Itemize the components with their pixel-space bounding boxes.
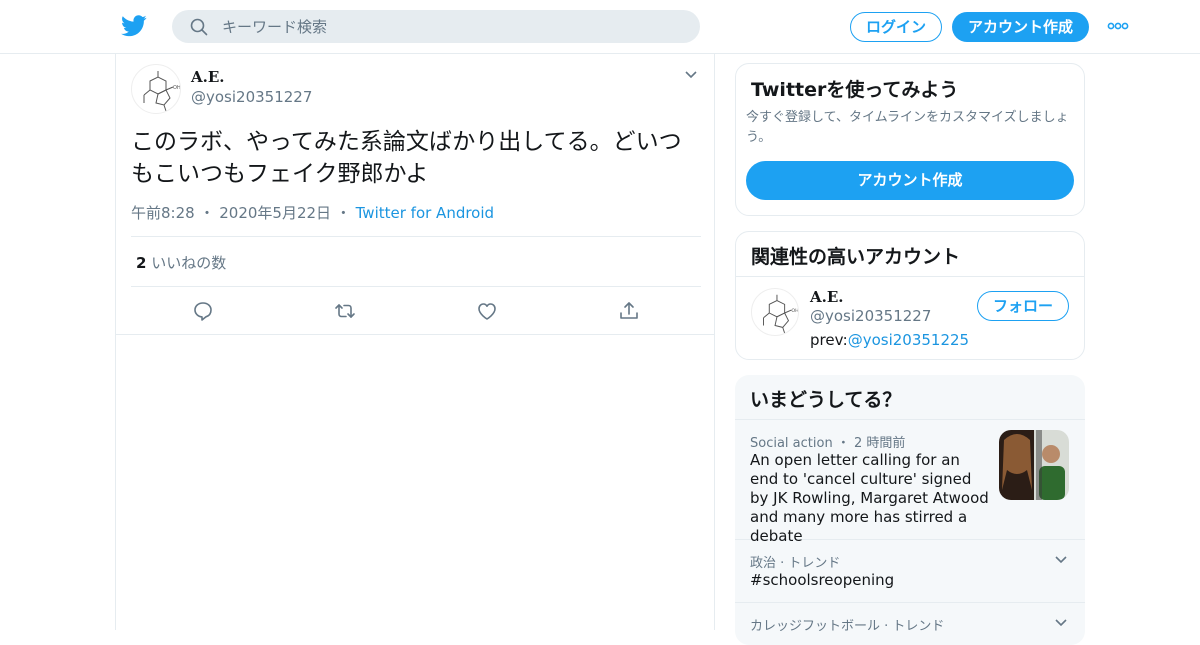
like-heart-icon[interactable]	[476, 300, 498, 322]
twitter-bird-icon[interactable]	[121, 14, 147, 38]
meta-separator: ・	[335, 204, 356, 222]
bio-prefix: prev:	[810, 331, 848, 349]
welcome-signup-button[interactable]: アカウント作成	[746, 161, 1074, 200]
login-button[interactable]: ログイン	[850, 12, 942, 42]
more-dots-icon[interactable]	[1107, 22, 1129, 30]
related-account-bio: prev:@yosi20351225	[810, 331, 969, 349]
meta-separator: ・	[199, 204, 220, 222]
author-name[interactable]: A.E.	[191, 68, 225, 86]
welcome-title: Twitterを使ってみよう	[751, 79, 959, 101]
chevron-down-icon[interactable]	[1054, 618, 1068, 628]
welcome-card: Twitterを使ってみよう 今すぐ登録して、タイムラインをカスタマイズしましょ…	[735, 63, 1085, 216]
trends-title: いまどうしてる？	[735, 375, 1085, 420]
reply-icon[interactable]	[192, 300, 214, 322]
chevron-down-icon[interactable]	[1054, 555, 1068, 565]
signup-button[interactable]: アカウント作成	[952, 12, 1089, 42]
related-accounts-card: 関連性の高いアカウント OH A.E. @yosi20351227 prev:@…	[735, 231, 1085, 360]
tweet-text: このラボ、やってみた系論文ばかり出してる。どいつもこいつもフェイク野郎かよ	[131, 129, 682, 187]
bio-mention-link[interactable]: @yosi20351225	[848, 331, 969, 349]
chevron-down-icon[interactable]	[684, 70, 698, 80]
search-box	[172, 10, 700, 43]
trend-thumbnail	[999, 430, 1069, 500]
trend-item[interactable]: 政治 · トレンド #schoolsreopening	[735, 540, 1085, 603]
related-account-handle[interactable]: @yosi20351227	[810, 307, 931, 325]
trend-title: #schoolsreopening	[750, 571, 895, 589]
likes-stat[interactable]: 2 いいねの数	[136, 252, 226, 273]
tweet-timestamp: 午前8:28 ・ 2020年5月22日 ・ Twitter for Androi…	[131, 202, 494, 223]
search-input[interactable]	[222, 10, 682, 43]
author-handle[interactable]: @yosi20351227	[191, 88, 312, 106]
trend-title: An open letter calling for an end to 'ca…	[750, 451, 989, 545]
molecule-avatar-icon: OH	[763, 294, 799, 334]
related-title: 関連性の高いアカウント	[736, 232, 1084, 277]
trend-item[interactable]: Social action ・ 2 時間前 An open letter cal…	[735, 420, 1085, 545]
retweet-icon[interactable]	[334, 300, 356, 322]
top-navigation-bar: ログイン アカウント作成	[0, 0, 1200, 54]
divider	[116, 334, 714, 335]
trend-item[interactable]: カレッジフットボール · トレンド	[735, 603, 1085, 645]
share-icon[interactable]	[618, 300, 640, 322]
tweet-detail: OH A.E. @yosi20351227 このラボ、やってみた系論文ばかり出し…	[115, 54, 715, 630]
trend-meta: Social action ・ 2 時間前	[750, 436, 906, 451]
follow-button[interactable]: フォロー	[977, 291, 1069, 321]
likes-label: いいねの数	[151, 254, 227, 272]
divider	[131, 286, 701, 287]
trends-card: いまどうしてる？ Social action ・ 2 時間前 An open l…	[735, 375, 1085, 645]
divider	[131, 236, 701, 237]
svg-text:OH: OH	[173, 85, 181, 91]
trend-meta: 政治 · トレンド	[750, 556, 841, 571]
avatar[interactable]: OH	[131, 64, 181, 114]
tweet-source-link[interactable]: Twitter for Android	[356, 204, 494, 222]
related-account-name[interactable]: A.E.	[810, 288, 844, 306]
avatar[interactable]: OH	[751, 288, 799, 336]
tweet-date[interactable]: 2020年5月22日	[219, 204, 331, 222]
svg-text:OH: OH	[791, 308, 799, 314]
welcome-subtitle: 今すぐ登録して、タイムラインをカスタマイズしましょう。	[746, 110, 1069, 145]
likes-count: 2	[136, 254, 147, 272]
trend-meta: カレッジフットボール · トレンド	[750, 619, 945, 634]
molecule-avatar-icon: OH	[143, 71, 181, 112]
tweet-time[interactable]: 午前8:28	[131, 204, 195, 222]
search-icon	[190, 18, 208, 36]
